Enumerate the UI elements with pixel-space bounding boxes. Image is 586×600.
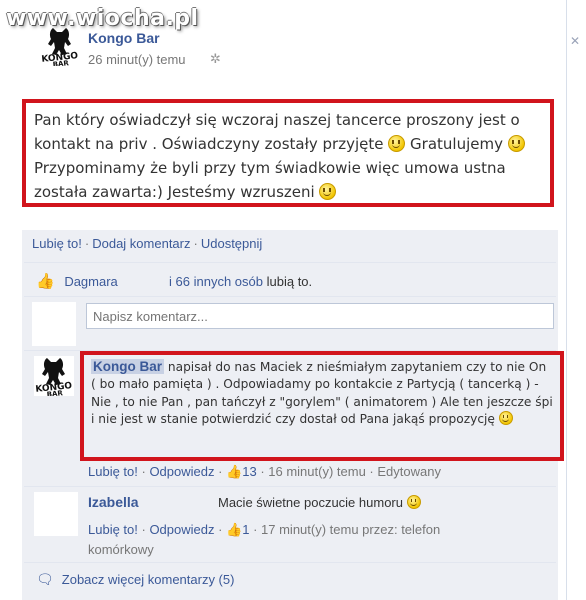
comment-timestamp-cont: komórkowy: [88, 542, 154, 557]
comment-meta: Lubię to! · Odpowiedz · 👍1 · 17 minut(y)…: [88, 522, 441, 557]
smile-emoticon-icon: [507, 135, 525, 152]
gear-icon[interactable]: ✲: [210, 51, 221, 67]
smile-emoticon-icon: [319, 183, 337, 200]
comment-text: Macie świetne poczucie humoru: [218, 495, 421, 510]
comment-link[interactable]: Dodaj komentarz: [92, 236, 190, 251]
watermark: www.wiocha.pl: [6, 6, 199, 31]
divider: [24, 486, 556, 487]
comment-body: Kongo Bar napisał do nas Maciek z nieśmi…: [80, 351, 564, 461]
close-icon[interactable]: ✕: [568, 34, 582, 48]
smile-emoticon-icon: [406, 495, 421, 509]
likes-summary: 👍 Dagmara i 66 innych osób lubią to.: [36, 272, 312, 290]
share-link[interactable]: Udostępnij: [201, 236, 262, 251]
comment-author[interactable]: Kongo Bar: [91, 359, 164, 374]
post-text-part3: Przypominamy że byli przy tym świadkowie…: [34, 159, 506, 201]
smile-emoticon-icon: [388, 135, 406, 152]
comment-like-count[interactable]: 1: [242, 522, 249, 537]
divider: [24, 562, 556, 563]
comment-input[interactable]: [86, 303, 554, 329]
avatar[interactable]: KONGO BAR: [40, 26, 80, 66]
view-more-comments[interactable]: 🗨 Zobacz więcej komentarzy (5): [36, 571, 234, 588]
svg-text:BAR: BAR: [52, 59, 69, 66]
likers-others-link[interactable]: i 66 innych osób: [169, 274, 263, 289]
liker-name[interactable]: Dagmara: [64, 274, 117, 289]
comment-timestamp[interactable]: 17 minut(y) temu przez: telefon: [261, 522, 440, 537]
thumbs-up-icon: 👍: [226, 522, 243, 537]
post-actions: Lubię to! · Dodaj komentarz · Udostępnij: [32, 236, 263, 251]
post-author[interactable]: Kongo Bar: [88, 30, 160, 46]
comment-bubble-icon: 🗨: [36, 571, 54, 587]
post-timestamp[interactable]: 26 minut(y) temu: [88, 52, 186, 67]
divider: [24, 296, 556, 297]
comment-reply-link[interactable]: Odpowiedz: [149, 464, 214, 479]
comment-like-link[interactable]: Lubię to!: [88, 522, 138, 537]
kongo-bar-logo-icon: KONGO BAR: [35, 358, 73, 396]
comment-like-count[interactable]: 13: [242, 464, 256, 479]
post-body: Pan który oświadczył się wczoraj naszej …: [22, 99, 554, 207]
comment-text-content: Macie świetne poczucie humoru: [218, 495, 403, 510]
edited-label[interactable]: Edytowany: [377, 464, 441, 479]
avatar: [32, 302, 76, 346]
comment-like-link[interactable]: Lubię to!: [88, 464, 138, 479]
thumbs-up-icon: 👍: [36, 273, 55, 290]
comment-timestamp[interactable]: 16 minut(y) temu: [268, 464, 366, 479]
comment-meta: Lubię to! · Odpowiedz · 👍13 · 16 minut(y…: [88, 464, 441, 479]
avatar[interactable]: KONGO BAR: [34, 356, 74, 396]
frame-divider: [566, 0, 567, 600]
like-link[interactable]: Lubię to!: [32, 236, 82, 251]
avatar[interactable]: [34, 492, 78, 536]
view-more-comments-label: Zobacz więcej komentarzy (5): [61, 572, 235, 587]
thumbs-up-icon: 👍: [226, 464, 243, 479]
comment-author[interactable]: Izabella: [88, 494, 139, 510]
svg-text:BAR: BAR: [46, 389, 63, 396]
kongo-bar-logo-icon: KONGO BAR: [41, 28, 79, 66]
likes-suffix: lubią to.: [266, 274, 313, 289]
divider: [24, 262, 556, 263]
comment-reply-link[interactable]: Odpowiedz: [149, 522, 214, 537]
smile-emoticon-icon: [498, 410, 513, 425]
post-text-part2: Gratulujemy: [410, 135, 503, 153]
